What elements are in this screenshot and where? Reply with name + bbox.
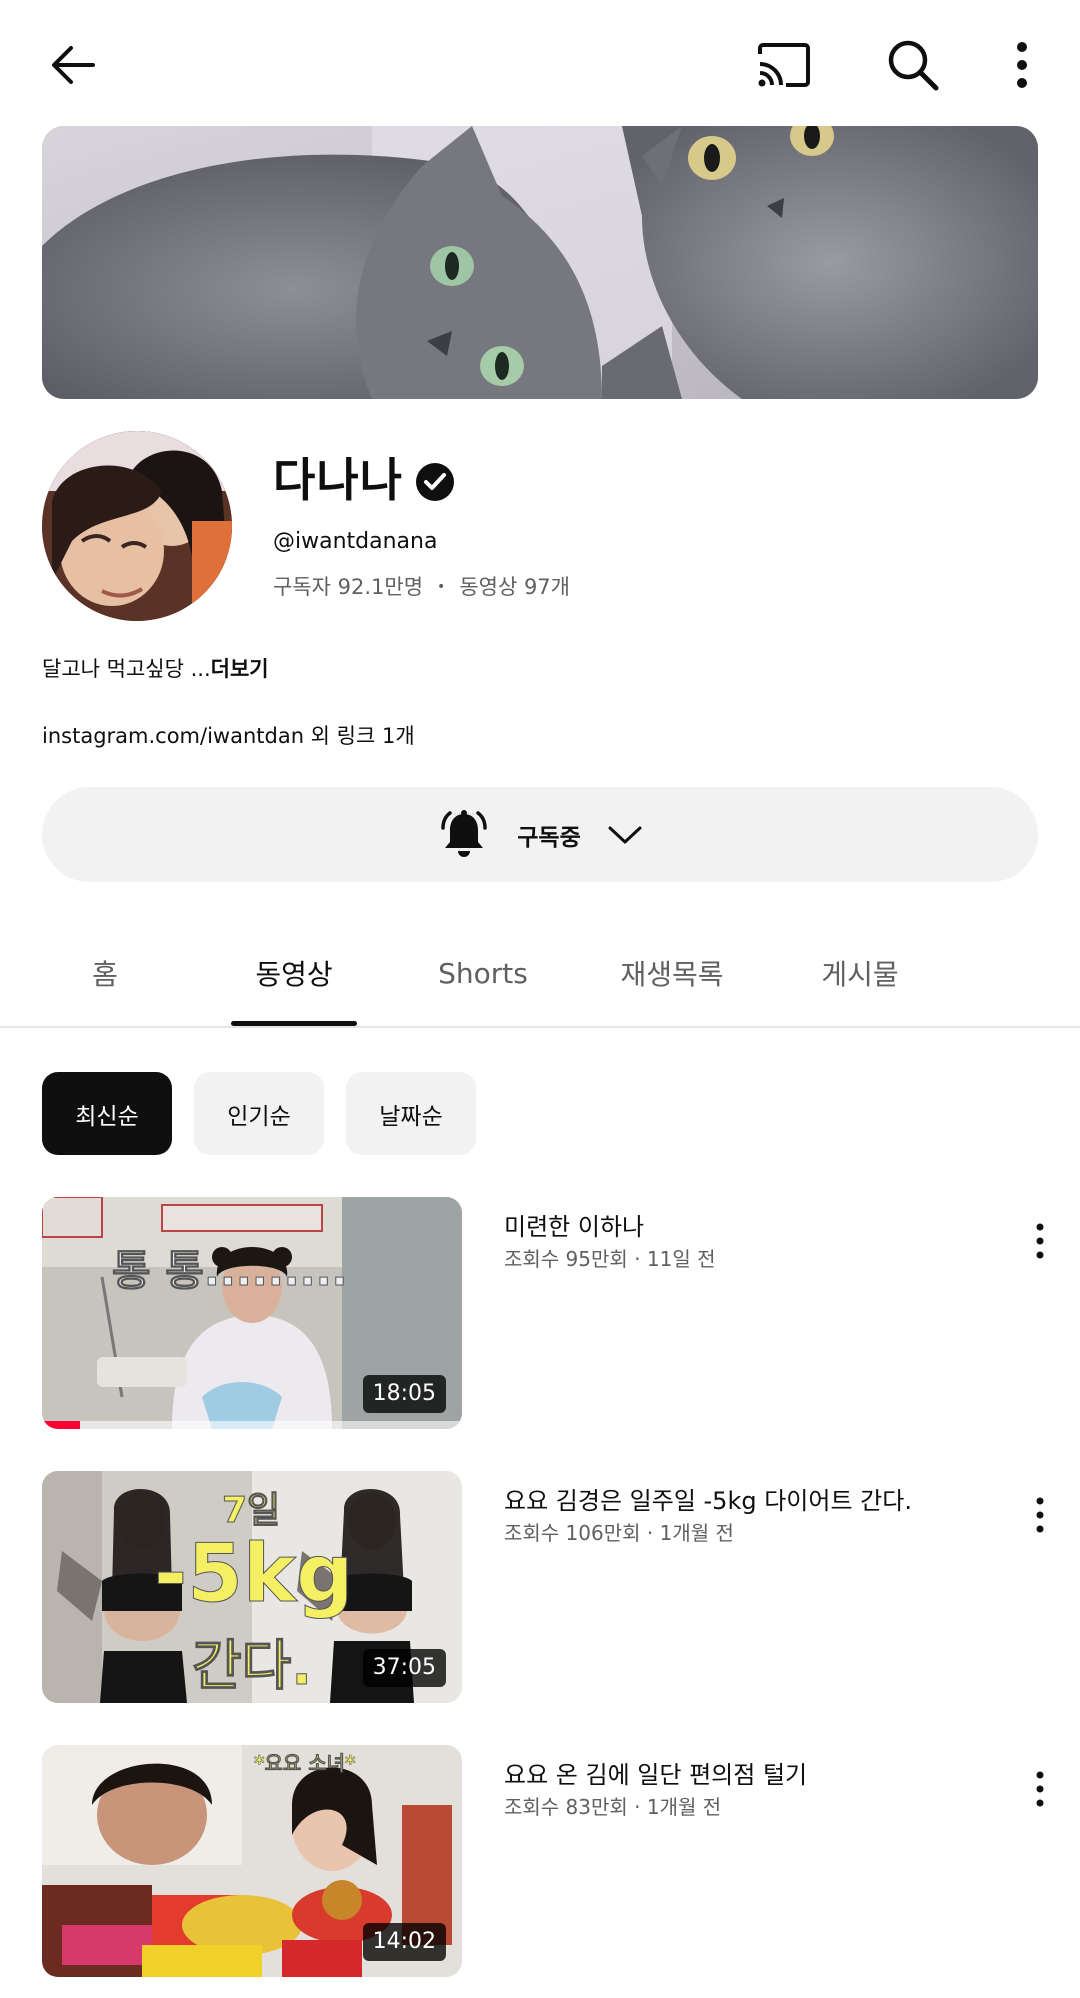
- top-app-bar: [0, 0, 1080, 124]
- video-title[interactable]: 미련한 이하나: [504, 1211, 1004, 1243]
- tab-posts[interactable]: 게시물: [797, 920, 923, 1026]
- active-tab-indicator: [231, 1021, 357, 1026]
- tab-playlists[interactable]: 재생목록: [602, 920, 742, 1026]
- channel-avatar[interactable]: [42, 431, 232, 621]
- video-thumbnail[interactable]: 통 통......... 18:05: [42, 1197, 462, 1429]
- channel-links[interactable]: instagram.com/iwantdan 외 링크 1개: [42, 720, 415, 752]
- chip-oldest[interactable]: 날짜순: [346, 1072, 476, 1155]
- tab-shorts[interactable]: Shorts: [420, 920, 546, 1026]
- thumbnail-caption: 통 통.........: [112, 1246, 348, 1296]
- stats-separator: •: [437, 579, 446, 595]
- video-more-button[interactable]: [1020, 1487, 1060, 1543]
- search-icon: [888, 40, 939, 91]
- chip-popular[interactable]: 인기순: [194, 1072, 324, 1155]
- video-meta: 조회수 95만회 · 11일 전: [504, 1247, 716, 1271]
- channel-banner: [42, 126, 1038, 399]
- tab-videos[interactable]: 동영상: [231, 920, 357, 1026]
- thumbnail-caption-weight: -5kg: [153, 1527, 354, 1620]
- arrow-left-icon: [52, 46, 95, 84]
- thumbnail-caption-days: 7일: [221, 1490, 281, 1532]
- video-duration: 37:05: [362, 1649, 446, 1687]
- verified-check-icon: [416, 463, 454, 501]
- video-more-button[interactable]: [1020, 1761, 1060, 1817]
- more-vertical-icon: [1036, 1771, 1044, 1807]
- video-meta: 조회수 106만회 · 1개월 전: [504, 1521, 734, 1545]
- video-title[interactable]: 요요 온 김에 일단 편의점 털기: [504, 1759, 1004, 1791]
- more-vertical-icon: [1017, 42, 1027, 88]
- cast-icon: [758, 43, 810, 87]
- channel-name: 다나나: [273, 453, 403, 507]
- video-thumbnail[interactable]: *요요 소녀* 14:02: [42, 1745, 462, 1977]
- more-vertical-icon: [1036, 1497, 1044, 1533]
- channel-stats: 구독자 92.1만명 • 동영상 97개: [273, 572, 570, 602]
- channel-handle: @iwantdanana: [273, 529, 438, 554]
- watch-progress-bar: [42, 1421, 462, 1429]
- search-button[interactable]: [878, 30, 948, 100]
- subscribed-button[interactable]: 구독중: [42, 787, 1038, 882]
- subscriber-count: 구독자 92.1만명: [273, 575, 424, 599]
- video-item[interactable]: 7일 -5kg 간다. 37:05 요요 김경은 일주일 -5kg 다이어트 간…: [0, 1471, 1080, 1703]
- video-more-button[interactable]: [1020, 1213, 1060, 1269]
- channel-description[interactable]: 달고나 먹고싶당 ...더보기: [42, 653, 269, 685]
- video-item[interactable]: 통 통......... 18:05 미련한 이하나 조회수 95만회 · 11…: [0, 1197, 1080, 1429]
- chevron-down-icon: [608, 826, 642, 843]
- video-count: 동영상 97개: [459, 575, 570, 599]
- video-duration: 18:05: [362, 1375, 446, 1413]
- video-meta: 조회수 83만회 · 1개월 전: [504, 1795, 722, 1819]
- cast-button[interactable]: [748, 30, 820, 100]
- watch-progress-fill: [42, 1421, 80, 1429]
- description-more-link[interactable]: 더보기: [211, 657, 269, 681]
- subscribed-label: 구독중: [517, 824, 581, 851]
- video-title[interactable]: 요요 김경은 일주일 -5kg 다이어트 간다.: [504, 1485, 1004, 1517]
- more-vertical-icon: [1036, 1223, 1044, 1259]
- banner-image: [42, 126, 1038, 399]
- more-options-button[interactable]: [1000, 30, 1044, 100]
- chip-latest[interactable]: 최신순: [42, 1072, 172, 1155]
- back-button[interactable]: [38, 30, 108, 100]
- video-item[interactable]: *요요 소녀* 14:02 요요 온 김에 일단 편의점 털기 조회수 83만회…: [0, 1745, 1080, 1977]
- tab-home[interactable]: 홈: [42, 920, 168, 1026]
- channel-tabs: 홈 동영상 Shorts 재생목록 게시물: [0, 920, 1080, 1028]
- channel-page: 다나나 @iwantdanana 구독자 92.1만명 • 동영상 97개 달고…: [0, 0, 1080, 1998]
- video-duration: 14:02: [362, 1923, 446, 1961]
- bell-ringing-icon: [441, 809, 487, 857]
- avatar-image: [42, 431, 232, 621]
- video-thumbnail[interactable]: 7일 -5kg 간다. 37:05: [42, 1471, 462, 1703]
- description-text: 달고나 먹고싶당 ...: [42, 657, 211, 681]
- thumbnail-caption-go: 간다.: [192, 1634, 313, 1698]
- thumbnail-caption: *요요 소녀*: [254, 1751, 356, 1776]
